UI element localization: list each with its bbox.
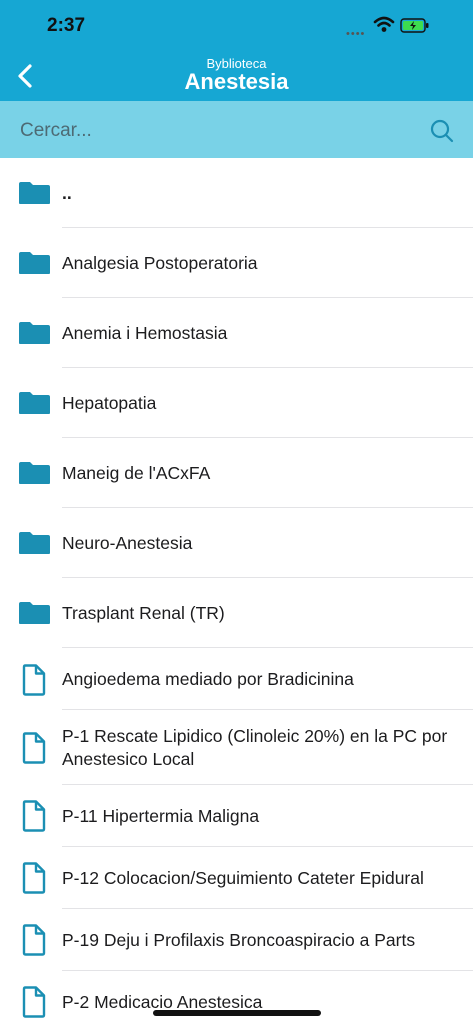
- folder-icon: [18, 391, 51, 420]
- list-item-label: P-19 Deju i Profilaxis Broncoaspiracio a…: [62, 930, 416, 950]
- list-item-file[interactable]: P-11 Hipertermia Maligna: [0, 785, 473, 847]
- file-list: .. Analgesia Postoperatoria Anemia i Hem…: [0, 158, 473, 1031]
- navigation-header: 2:37 •••• Byblioteca Anestesia: [0, 0, 473, 101]
- search-input[interactable]: [18, 113, 412, 149]
- document-icon: [21, 924, 47, 961]
- list-item-folder[interactable]: Neuro-Anestesia: [0, 508, 473, 578]
- cellular-signal-icon: ••••: [346, 28, 366, 40]
- list-item-label: Analgesia Postoperatoria: [62, 253, 258, 273]
- list-item-label: P-12 Colocacion/Seguimiento Cateter Epid…: [62, 868, 424, 888]
- search-bar: [0, 101, 473, 158]
- list-item-file[interactable]: P-1 Rescate Lipidico (Clinoleic 20%) en …: [0, 710, 473, 785]
- status-time: 2:37: [47, 15, 86, 36]
- folder-icon: [18, 321, 51, 350]
- list-item-file[interactable]: P-2 Medicacio Anestesica: [0, 971, 473, 1031]
- list-item-file[interactable]: P-12 Colocacion/Seguimiento Cateter Epid…: [0, 847, 473, 909]
- list-item-label: Angioedema mediado por Bradicinina: [62, 669, 354, 689]
- wifi-icon: [373, 14, 395, 41]
- list-item-label: ..: [62, 183, 72, 203]
- document-icon: [21, 664, 47, 701]
- home-indicator[interactable]: [153, 1010, 321, 1016]
- list-item-label: Maneig de l'ACxFA: [62, 463, 211, 483]
- list-item-folder[interactable]: Analgesia Postoperatoria: [0, 228, 473, 298]
- list-item-label: Hepatopatia: [62, 393, 157, 413]
- document-icon: [21, 732, 47, 769]
- list-item-label: P-1 Rescate Lipidico (Clinoleic 20%) en …: [62, 726, 448, 769]
- list-item-label: Trasplant Renal (TR): [62, 603, 225, 623]
- list-item-folder[interactable]: Anemia i Hemostasia: [0, 298, 473, 368]
- battery-charging-icon: [400, 14, 430, 41]
- list-item-label: P-11 Hipertermia Maligna: [62, 806, 260, 826]
- list-item-label: Neuro-Anestesia: [62, 533, 193, 553]
- folder-icon: [18, 251, 51, 280]
- folder-icon: [18, 531, 51, 560]
- list-item-label: Anemia i Hemostasia: [62, 323, 228, 343]
- document-icon: [21, 862, 47, 899]
- list-item-folder[interactable]: Maneig de l'ACxFA: [0, 438, 473, 508]
- search-icon[interactable]: [429, 118, 455, 149]
- list-item-folder[interactable]: ..: [0, 158, 473, 228]
- folder-icon: [18, 461, 51, 490]
- list-item-file[interactable]: Angioedema mediado por Bradicinina: [0, 648, 473, 710]
- document-icon: [21, 800, 47, 837]
- page-title: Anestesia: [184, 69, 289, 94]
- document-icon: [21, 986, 47, 1023]
- folder-icon: [18, 601, 51, 630]
- list-item-folder[interactable]: Trasplant Renal (TR): [0, 578, 473, 648]
- list-item-file[interactable]: P-19 Deju i Profilaxis Broncoaspiracio a…: [0, 909, 473, 971]
- list-item-folder[interactable]: Hepatopatia: [0, 368, 473, 438]
- folder-icon: [18, 181, 51, 210]
